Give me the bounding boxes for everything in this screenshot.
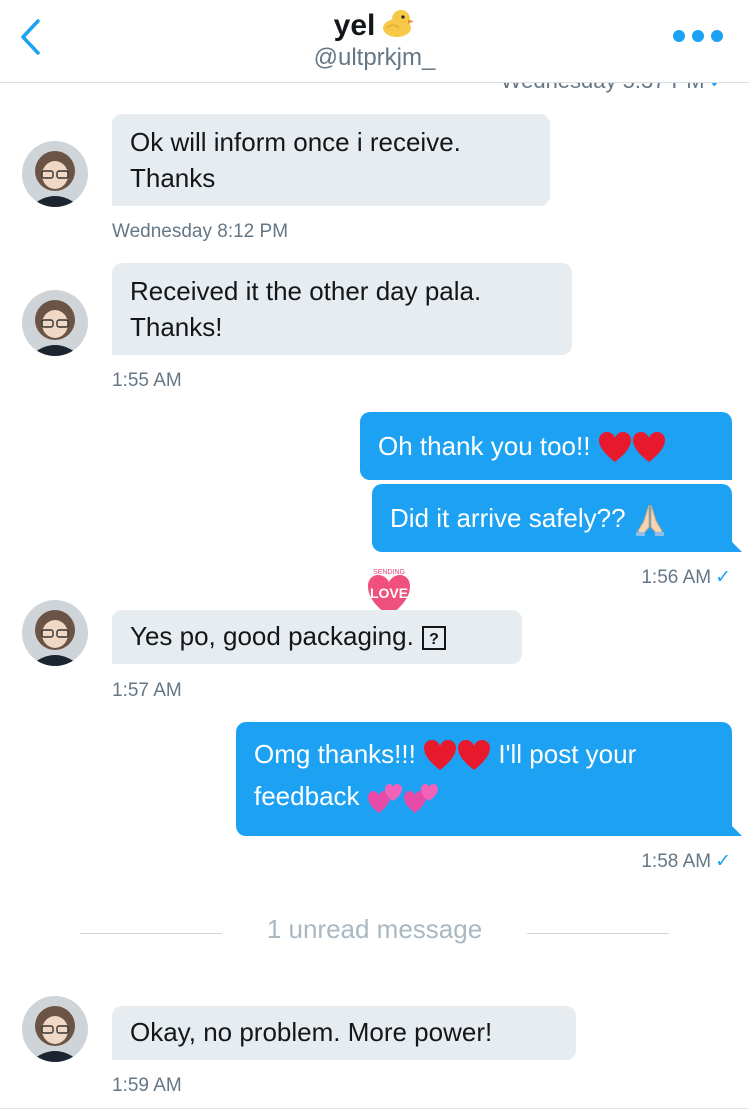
- message-timestamp: 1:57 AM: [112, 680, 182, 701]
- message-text: Okay, no problem. More power!: [130, 1017, 493, 1047]
- message-timestamp: 1:59 AM: [112, 1075, 182, 1096]
- svg-text:?: ?: [429, 631, 439, 648]
- praying-hands-emoji-icon: [635, 504, 664, 537]
- incoming-message[interactable]: Received it the other day pala. Thanks!: [112, 263, 572, 355]
- composer-edge: [0, 1108, 749, 1119]
- svg-text:SENDING: SENDING: [373, 569, 405, 576]
- avatar[interactable]: [22, 996, 88, 1062]
- avatar[interactable]: [22, 141, 88, 207]
- more-dots-icon: [692, 30, 704, 42]
- message-text: Received it the other day pala.: [130, 276, 482, 306]
- message-text: Ok will inform once i receive.: [130, 127, 461, 157]
- more-options-button[interactable]: [673, 26, 723, 46]
- message-text: Thanks: [130, 163, 216, 193]
- message-timestamp: 1:58 AM ✓: [641, 851, 731, 872]
- message-text: Thanks!: [130, 312, 223, 342]
- message-text: I'll post your: [498, 739, 637, 769]
- title-text: yel: [333, 8, 376, 42]
- unknown-glyph-icon: ?: [422, 626, 447, 651]
- more-dots-icon: [673, 30, 685, 42]
- more-dots-icon: [711, 30, 723, 42]
- svg-text:LOVE: LOVE: [370, 585, 408, 601]
- read-check-icon: ✓: [715, 851, 731, 872]
- conversation-header: yel @ultprkjm_: [0, 0, 749, 83]
- avatar[interactable]: [22, 290, 88, 356]
- outgoing-message[interactable]: Did it arrive safely??: [372, 484, 742, 552]
- unread-divider-label: 1 unread message: [266, 914, 483, 944]
- heart-emoji-icon: [632, 432, 665, 463]
- outgoing-message[interactable]: Omg thanks!!! I'll post your feedback: [236, 722, 742, 836]
- user-handle: @ultprkjm_: [313, 44, 436, 71]
- incoming-message[interactable]: Okay, no problem. More power!: [112, 1006, 576, 1060]
- heart-emoji-icon: [424, 740, 457, 771]
- message-text: Did it arrive safely??: [390, 503, 626, 533]
- outgoing-message[interactable]: Oh thank you too!!: [360, 412, 732, 480]
- two-hearts-emoji-icon: [367, 784, 402, 814]
- heart-emoji-icon: [598, 432, 631, 463]
- message-text: Oh thank you too!!: [378, 431, 591, 461]
- incoming-message[interactable]: Ok will inform once i receive. Thanks: [112, 114, 550, 206]
- message-timestamp: 1:56 AM ✓: [641, 567, 731, 588]
- conversation-title[interactable]: yel: [0, 8, 749, 46]
- two-hearts-emoji-icon: [403, 784, 438, 814]
- message-timestamp: 1:55 AM: [112, 370, 182, 391]
- duck-emoji-icon: [381, 8, 415, 46]
- message-text: Yes po, good packaging.: [130, 621, 414, 651]
- message-text: Omg thanks!!!: [254, 739, 416, 769]
- divider: [527, 933, 669, 934]
- avatar[interactable]: [22, 600, 88, 666]
- message-timestamp: Wednesday 8:12 PM: [112, 221, 289, 242]
- heart-emoji-icon: [458, 740, 491, 771]
- read-check-icon: ✓: [715, 567, 731, 588]
- message-text: feedback: [254, 781, 360, 812]
- incoming-message[interactable]: Yes po, good packaging. ?: [112, 610, 522, 664]
